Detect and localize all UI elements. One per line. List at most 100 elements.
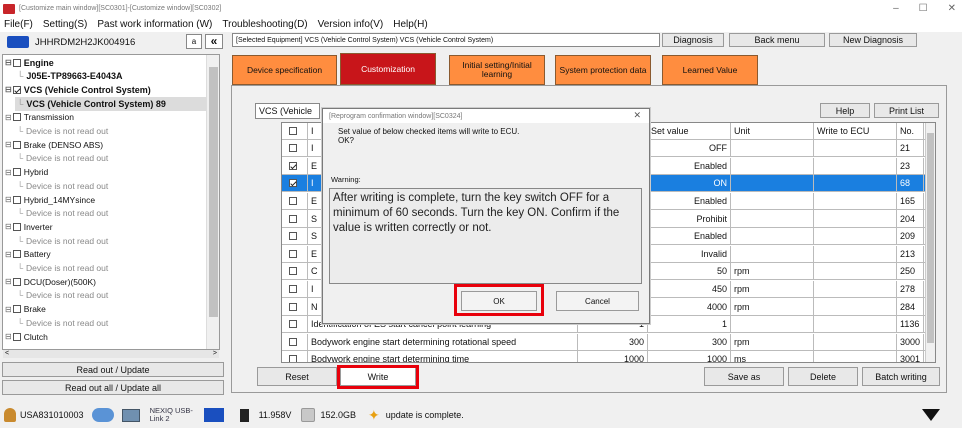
row-checkbox[interactable] <box>289 267 297 276</box>
tree-subitem[interactable]: └ Device is not read out <box>17 125 108 138</box>
row-checkbox[interactable] <box>289 232 297 241</box>
row-checkbox[interactable] <box>289 320 297 329</box>
tree-checkbox[interactable] <box>12 222 21 231</box>
connection-icon <box>91 408 114 422</box>
edit-vin-button[interactable]: a <box>186 34 202 49</box>
tree-subitem[interactable]: └ Device is not read out <box>17 289 108 302</box>
tree-scrollbar[interactable] <box>206 55 219 349</box>
row-checkbox[interactable] <box>289 302 297 311</box>
expand-icon[interactable]: ⊟ <box>5 277 12 286</box>
tree-checkbox[interactable] <box>12 168 21 177</box>
cell-set: 50 <box>648 263 731 280</box>
tree-label: Clutch <box>23 331 48 342</box>
expand-icon[interactable]: ⊟ <box>5 250 12 259</box>
tree-item[interactable]: ⊟ DCU(Doser)(500K) <box>5 275 96 288</box>
cell-write <box>814 175 897 192</box>
row-checkbox[interactable] <box>289 249 297 258</box>
tree-checkbox[interactable] <box>12 195 21 204</box>
expand-icon[interactable]: ⊟ <box>5 305 12 314</box>
tree-checkbox[interactable] <box>12 277 21 286</box>
table-scrollbar[interactable] <box>925 123 935 362</box>
expand-icon[interactable]: ⊟ <box>5 168 12 177</box>
read-out-update-button[interactable]: Read out / Update <box>2 362 224 377</box>
tree-item[interactable]: ⊟ Clutch <box>5 330 48 343</box>
tree-subitem[interactable]: └ J05E-TP89663-E4043A <box>17 70 122 83</box>
table-row[interactable]: Bodywork engine start determining rotati… <box>282 333 935 351</box>
batch-writing-button[interactable]: Batch writing <box>862 367 940 386</box>
expand-icon[interactable]: ⊟ <box>5 222 12 231</box>
tab-device-specification[interactable]: Device specification <box>232 55 337 85</box>
tree-subitem[interactable]: └ Device is not read out <box>17 234 108 247</box>
row-checkbox[interactable] <box>289 214 297 223</box>
tree-item[interactable]: ⊟ Engine <box>5 56 54 69</box>
row-checkbox[interactable] <box>289 196 297 205</box>
tree-checkbox[interactable] <box>12 332 21 341</box>
select-all-checkbox[interactable] <box>289 127 297 135</box>
save-as-button[interactable]: Save as <box>704 367 784 386</box>
tree-checkbox[interactable] <box>12 113 21 122</box>
tab-learned-value[interactable]: Learned Value <box>662 55 758 85</box>
tree-item[interactable]: ⊟ Hybrid <box>5 166 48 179</box>
menu-troubleshooting[interactable]: Troubleshooting(D) <box>222 19 307 30</box>
expand-icon[interactable]: ⊟ <box>5 332 12 341</box>
row-checkbox[interactable] <box>289 144 297 153</box>
tree-item[interactable]: ⊟ Hybrid_14MYsince <box>5 193 95 206</box>
tree-subitem[interactable]: └ Device is not read out <box>17 152 108 165</box>
menu-setting[interactable]: Setting(S) <box>43 19 87 30</box>
battery-icon <box>239 408 249 422</box>
menu-version-info[interactable]: Version info(V) <box>318 19 384 30</box>
tree-subitem[interactable]: └ VCS (Vehicle Control System) 89 <box>17 97 166 110</box>
reset-button[interactable]: Reset <box>257 367 337 386</box>
tree-checkbox[interactable] <box>12 305 21 314</box>
menu-past-work[interactable]: Past work information (W) <box>97 19 212 30</box>
tree-subitem[interactable]: └ Device is not read out <box>17 207 108 220</box>
tab-initial-setting[interactable]: Initial setting/Initial learning <box>449 55 545 85</box>
tree-item[interactable]: ⊟ Transmission <box>5 111 74 124</box>
tree-checkbox[interactable] <box>12 140 21 149</box>
tab-customization[interactable]: Customization <box>340 53 436 85</box>
expand-icon[interactable]: ⊟ <box>5 58 12 67</box>
delete-button[interactable]: Delete <box>788 367 858 386</box>
expand-icon[interactable]: ⊟ <box>5 113 12 122</box>
reprogram-confirmation-dialog: [Reprogram confirmation window][SC0324] … <box>322 108 650 324</box>
menu-file[interactable]: File(F) <box>4 19 33 30</box>
new-diagnosis-button[interactable]: New Diagnosis <box>829 33 917 47</box>
row-checkbox[interactable] <box>289 161 297 170</box>
print-list-button[interactable]: Print List <box>874 103 939 118</box>
cell-set: 1 <box>648 316 731 333</box>
row-checkbox[interactable] <box>289 179 297 188</box>
tree-item[interactable]: ⊟ Brake (DENSO ABS) <box>5 138 103 151</box>
tree-subitem[interactable]: └ Device is not read out <box>17 262 108 275</box>
diagnosis-button[interactable]: Diagnosis <box>662 33 724 47</box>
help-button[interactable]: Help <box>820 103 870 118</box>
row-checkbox[interactable] <box>289 355 297 362</box>
table-row[interactable]: Bodywork engine start determining time 10… <box>282 351 935 362</box>
tree-hscrollbar[interactable]: < > <box>3 350 219 358</box>
row-checkbox[interactable] <box>289 337 297 346</box>
cancel-button[interactable]: Cancel <box>556 291 639 311</box>
expand-status-icon[interactable] <box>922 409 940 421</box>
read-out-all-button[interactable]: Read out all / Update all <box>2 380 224 395</box>
tree-checkbox[interactable] <box>12 250 21 259</box>
tree-checkbox[interactable] <box>12 58 21 67</box>
tree-item[interactable]: ⊟ Inverter <box>5 220 53 233</box>
checkbox-cell <box>282 263 308 280</box>
expand-icon[interactable]: ⊟ <box>5 85 12 94</box>
close-window-button[interactable]: ✕ <box>948 3 956 14</box>
expand-icon[interactable]: ⊟ <box>5 140 12 149</box>
maximize-button[interactable]: ☐ <box>919 3 928 14</box>
back-menu-button[interactable]: Back menu <box>729 33 825 47</box>
collapse-panel-button[interactable]: « <box>205 34 223 49</box>
dialog-close-button[interactable]: ✕ <box>633 110 641 121</box>
expand-icon[interactable]: ⊟ <box>5 195 12 204</box>
minimize-button[interactable]: – <box>893 3 899 14</box>
tree-item[interactable]: ⊟ VCS (Vehicle Control System) <box>5 83 151 96</box>
tab-system-protection[interactable]: System protection data <box>555 55 651 85</box>
tree-item[interactable]: ⊟ Battery <box>5 248 51 261</box>
menu-help[interactable]: Help(H) <box>393 19 427 30</box>
tree-item[interactable]: ⊟ Brake <box>5 303 46 316</box>
tree-checkbox[interactable] <box>12 85 21 94</box>
tree-subitem[interactable]: └ Device is not read out <box>17 316 108 329</box>
row-checkbox[interactable] <box>289 284 297 293</box>
tree-subitem[interactable]: └ Device is not read out <box>17 179 108 192</box>
